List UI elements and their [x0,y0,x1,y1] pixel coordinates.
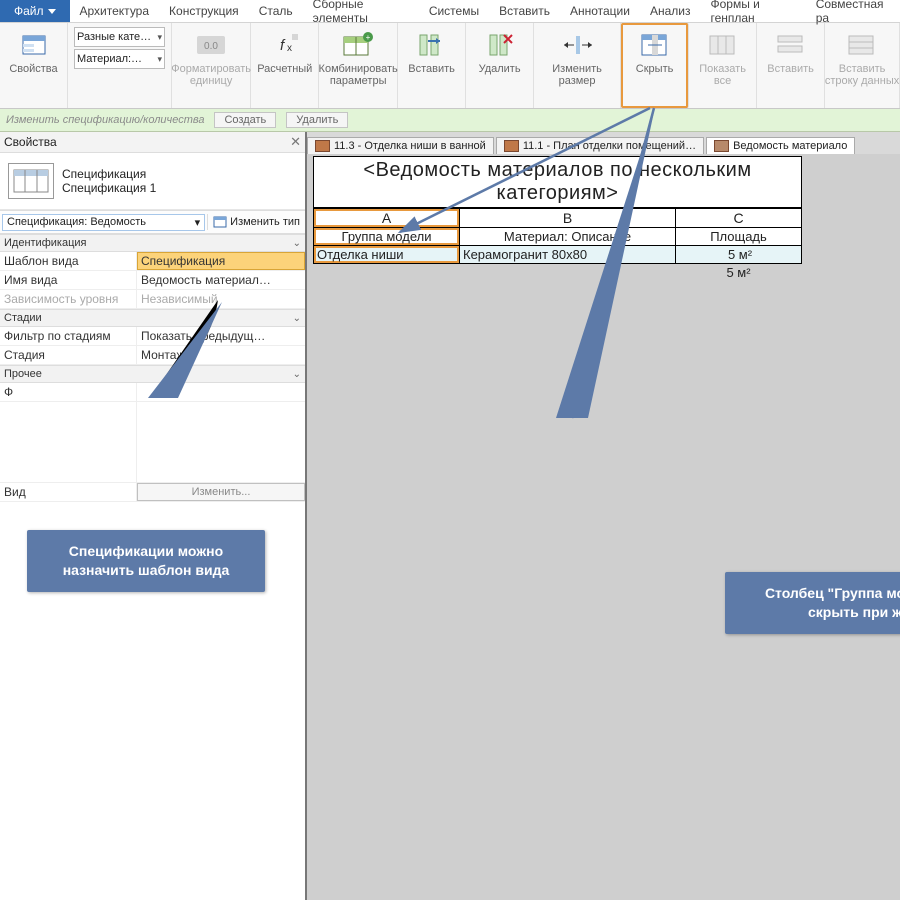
col-header-B[interactable]: B [460,209,676,228]
col-header-C[interactable]: C [676,209,802,228]
callout-template: Спецификации можно назначить шаблон вида [27,530,265,592]
tab-schedule[interactable]: Ведомость материало [706,137,855,154]
contextual-bar: Изменить спецификацию/количества Создать… [0,109,900,132]
row-view-name[interactable]: Имя видаВедомость материал… [0,271,305,290]
ribbon-col-hide[interactable]: Скрыть [621,23,689,108]
menu-structure[interactable]: Конструкция [159,0,249,22]
menu-architecture[interactable]: Архитектура [70,0,160,22]
ribbon: Свойства Разные кате…▾ Материал:…▾ 0.0 Ф… [0,23,900,109]
ribbon-row-insert-data: Вставить строку данных [825,23,900,108]
material-combo[interactable]: Материал:…▾ [74,49,165,69]
type-selector[interactable]: Спецификация: Ведомость▾ [2,214,205,231]
row-view-template[interactable]: Шаблон видаСпецификация [0,252,305,271]
col-resize-icon [561,29,593,61]
row-view[interactable]: ВидИзменить... [0,483,305,502]
col-hide-icon [639,29,671,61]
cell-C1[interactable]: 5 м² [676,246,802,264]
combine-icon: + [342,29,374,61]
ribbon-row-insert: Вставить [757,23,825,108]
svg-text:f: f [280,37,286,54]
properties-icon [18,29,50,61]
view-canvas: 11.3 - Отделка ниши в ванной 11.1 - План… [307,132,900,900]
ribbon-col-resize[interactable]: Изменить размер [534,23,621,108]
schedule-thumb-icon [8,163,54,199]
properties-panel: Свойства✕ СпецификацияСпецификация 1 Спе… [0,132,307,900]
close-icon[interactable]: ✕ [290,134,301,150]
field-header-A[interactable]: Группа модели [314,228,460,246]
contextual-title: Изменить спецификацию/количества [6,114,204,126]
callout-hide-column: Столбец "Группа модели" можно скрыть при… [725,572,900,634]
format-unit-icon: 0.0 [195,29,227,61]
menu-steel[interactable]: Сталь [249,0,303,22]
field-header-C[interactable]: Площадь [676,228,802,246]
schedule-icon [714,140,729,152]
ribbon-showall: Показать все [689,23,757,108]
svg-text:0.0: 0.0 [204,41,218,52]
edit-type-icon [213,216,227,228]
main-menu: Файл Архитектура Конструкция Сталь Сборн… [0,0,900,23]
group-phases[interactable]: Стадии⌄ [0,309,305,327]
param-create-button[interactable]: Создать [214,112,276,128]
type-preview: СпецификацияСпецификация 1 [0,153,305,210]
field-header-B[interactable]: Материал: Описание [460,228,676,246]
category-combo[interactable]: Разные кате…▾ [74,27,165,47]
menu-insert[interactable]: Вставить [489,0,560,22]
tab-view-2[interactable]: 11.1 - План отделки помещений… [496,137,704,154]
row-phase[interactable]: СтадияМонтаж [0,346,305,365]
cell-B1[interactable]: Керамогранит 80х80 [460,246,676,264]
menu-collab[interactable]: Совместная ра [806,0,900,22]
group-other[interactable]: Прочее⌄ [0,365,305,383]
ribbon-col-insert[interactable]: Вставить [398,23,466,108]
ribbon-combine[interactable]: + Комбинировать параметры [319,23,398,108]
col-header-A[interactable]: A [314,209,460,228]
group-identification[interactable]: Идентификация⌄ [0,234,305,252]
row-insert-data-icon [846,29,878,61]
col-insert-icon [416,29,448,61]
row-phase-filter[interactable]: Фильтр по стадиямПоказать предыдущ… [0,327,305,346]
menu-annotate[interactable]: Аннотации [560,0,640,22]
cell-total-C: 5 м² [676,264,802,282]
menu-systems[interactable]: Системы [419,0,489,22]
ribbon-properties[interactable]: Свойства [0,23,68,108]
svg-text:+: + [366,33,371,42]
property-grid: Идентификация⌄ Шаблон видаСпецификация И… [0,234,305,502]
menu-massing[interactable]: Формы и генплан [700,0,805,22]
edit-type-button[interactable]: Изменить тип [207,214,305,230]
view-icon [504,140,519,152]
menu-file[interactable]: Файл [0,0,70,22]
ribbon-calculated[interactable]: fx Расчетный [251,23,319,108]
ribbon-category-filters: Разные кате…▾ Материал:…▾ [68,23,172,108]
fx-icon: fx [269,29,301,61]
col-delete-icon [484,29,516,61]
view-icon [315,140,330,152]
tab-view-1[interactable]: 11.3 - Отделка ниши в ванной [307,137,494,154]
svg-text:x: x [287,43,292,54]
row-other-f[interactable]: Ф [0,383,305,402]
cell-A1[interactable]: Отделка ниши [314,246,460,264]
schedule-table: A B C Группа модели Материал: Описание П… [313,208,802,281]
menu-precast[interactable]: Сборные элементы [303,0,419,22]
row-insert-icon [775,29,807,61]
schedule-title[interactable]: <Ведомость материалов по нескольким кате… [313,156,802,208]
type-family: Спецификация [62,167,156,181]
showall-icon [707,29,739,61]
ribbon-col-delete[interactable]: Удалить [466,23,534,108]
schedule-sheet: <Ведомость материалов по нескольким кате… [307,154,900,900]
row-spacer [0,402,305,483]
properties-title: Свойства✕ [0,132,305,153]
ribbon-format-unit: 0.0 Форматировать единицу [172,23,251,108]
type-name: Спецификация 1 [62,181,156,195]
menu-analyze[interactable]: Анализ [640,0,701,22]
row-level-dependency: Зависимость уровняНезависимый [0,290,305,309]
param-delete-button[interactable]: Удалить [286,112,348,128]
view-tabs: 11.3 - Отделка ниши в ванной 11.1 - План… [307,132,900,155]
